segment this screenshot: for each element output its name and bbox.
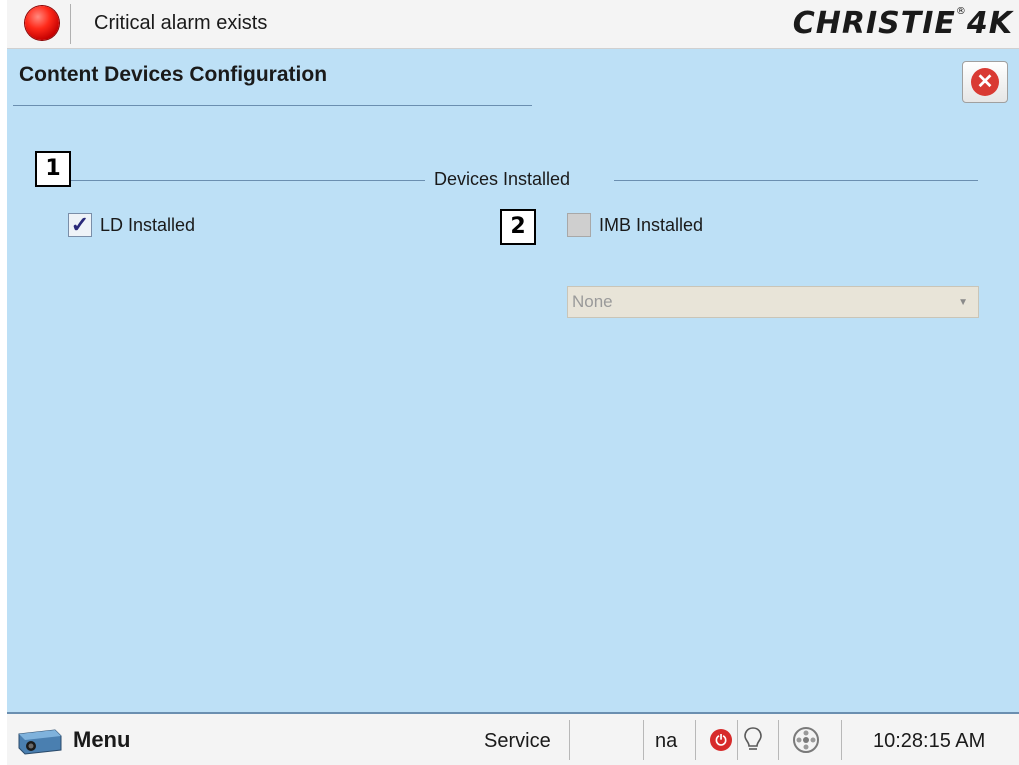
checkmark-icon: ✓	[70, 212, 90, 237]
clock: 10:28:15 AM	[873, 730, 986, 752]
na-status: na	[655, 730, 678, 752]
status-separator	[778, 720, 779, 760]
status-separator	[841, 720, 842, 760]
ld-installed-checkbox-row[interactable]: ✓ LD Installed	[68, 213, 195, 237]
topbar-divider	[70, 4, 71, 44]
power-icon[interactable]: ⏻	[710, 729, 732, 751]
imb-device-select-value: None	[572, 292, 613, 311]
title-underline	[13, 105, 532, 106]
imb-installed-checkbox[interactable]	[567, 213, 591, 237]
imb-installed-label[interactable]: IMB Installed	[599, 215, 703, 236]
ld-installed-checkbox[interactable]: ✓	[68, 213, 92, 237]
lamp-icon[interactable]	[743, 726, 763, 754]
menu-button[interactable]: Menu	[15, 722, 130, 758]
main-panel: Content Devices Configuration ✕ 1 Device…	[7, 48, 1019, 713]
ld-installed-label[interactable]: LD Installed	[100, 215, 195, 236]
projector-icon	[15, 724, 65, 756]
alarm-indicator-icon[interactable]	[25, 6, 59, 40]
chevron-down-icon: ▼	[958, 296, 968, 308]
close-button[interactable]: ✕	[962, 61, 1008, 103]
callout-1: 1	[35, 151, 71, 187]
status-separator	[643, 720, 644, 760]
brand-registered-mark: ®	[955, 6, 967, 17]
callout-2: 2	[500, 209, 536, 245]
top-status-bar: Critical alarm exists CHRISTIE®4K	[7, 0, 1019, 48]
group-rule-right	[614, 180, 978, 181]
devices-installed-group-label: Devices Installed	[434, 169, 571, 189]
film-reel-icon[interactable]	[789, 724, 823, 756]
brand-name: CHRISTIE	[792, 6, 956, 41]
menu-label: Menu	[73, 727, 131, 752]
imb-installed-checkbox-row[interactable]: IMB Installed	[567, 213, 703, 237]
mode-status: Service	[484, 730, 551, 752]
status-separator	[569, 720, 570, 760]
status-separator	[695, 720, 696, 760]
bottom-status-bar: Menu Service na ⏻ 10:28:15 AM	[7, 712, 1019, 765]
page-title: Content Devices Configuration	[19, 63, 328, 86]
imb-device-select[interactable]: None ▼	[567, 286, 979, 318]
alarm-status-text[interactable]: Critical alarm exists	[94, 12, 267, 35]
group-rule-left	[71, 180, 425, 181]
brand-suffix: 4K	[966, 6, 1013, 41]
close-icon: ✕	[971, 68, 999, 96]
brand-logo: CHRISTIE®4K	[793, 6, 1013, 41]
status-separator	[737, 720, 738, 760]
